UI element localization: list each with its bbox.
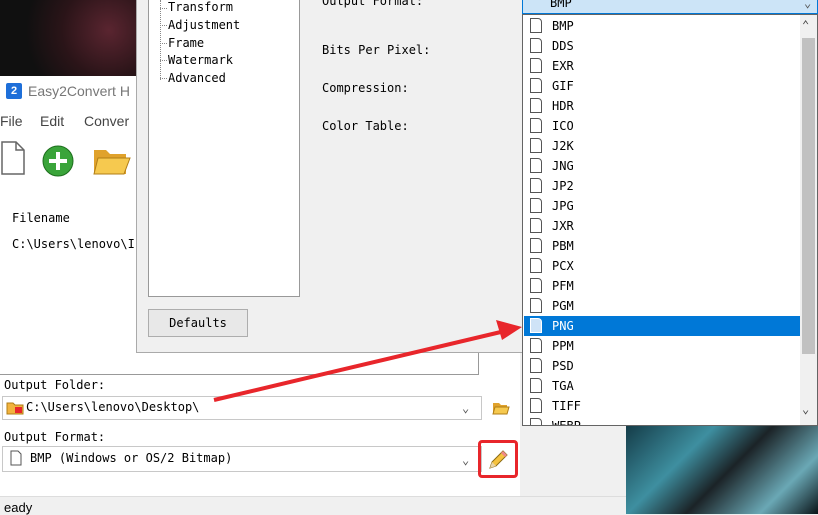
format-option-label: TIFF xyxy=(552,399,581,413)
scrollbar-thumb[interactable] xyxy=(802,38,815,354)
format-option[interactable]: TIFF xyxy=(524,396,800,416)
file-icon xyxy=(530,278,542,293)
format-option[interactable]: JXR xyxy=(524,216,800,236)
format-option[interactable]: WEBP xyxy=(524,416,800,425)
format-option[interactable]: JPG xyxy=(524,196,800,216)
format-option-label: J2K xyxy=(552,139,574,153)
format-option-label: GIF xyxy=(552,79,574,93)
file-icon xyxy=(530,358,542,373)
format-option[interactable]: PSD xyxy=(524,356,800,376)
format-option[interactable]: BMP xyxy=(524,16,800,36)
file-icon xyxy=(530,98,542,113)
file-icon xyxy=(530,18,542,33)
format-option-label: WEBP xyxy=(552,419,581,425)
format-option-label: JXR xyxy=(552,219,574,233)
format-option-label: JNG xyxy=(552,159,574,173)
format-option[interactable]: TGA xyxy=(524,376,800,396)
file-icon xyxy=(530,338,542,353)
format-option[interactable]: JP2 xyxy=(524,176,800,196)
format-option-label: HDR xyxy=(552,99,574,113)
format-option-label: PGM xyxy=(552,299,574,313)
format-option-label: PCX xyxy=(552,259,574,273)
file-icon xyxy=(530,78,542,93)
file-icon xyxy=(530,218,542,233)
file-icon xyxy=(530,378,542,393)
format-option[interactable]: JNG xyxy=(524,156,800,176)
highlight-annotation xyxy=(478,440,518,478)
chevron-down-icon[interactable]: ⌄ xyxy=(462,453,469,467)
format-option-label: PPM xyxy=(552,339,574,353)
format-option[interactable]: PGM xyxy=(524,296,800,316)
file-icon xyxy=(530,38,542,53)
file-icon xyxy=(530,238,542,253)
file-icon xyxy=(10,450,22,466)
format-option-label: BMP xyxy=(552,19,574,33)
format-option[interactable]: ICO xyxy=(524,116,800,136)
file-icon xyxy=(530,138,542,153)
file-icon xyxy=(530,418,542,425)
background-photo-right xyxy=(626,412,818,514)
status-text: eady xyxy=(4,500,33,515)
file-icon xyxy=(530,298,542,313)
format-option[interactable]: DDS xyxy=(524,36,800,56)
format-option-label: EXR xyxy=(552,59,574,73)
format-option[interactable]: J2K xyxy=(524,136,800,156)
format-option-label: TGA xyxy=(552,379,574,393)
file-icon xyxy=(530,318,542,333)
format-option-label: PBM xyxy=(552,239,574,253)
status-bar xyxy=(0,496,626,515)
scroll-down-icon[interactable]: ⌄ xyxy=(802,402,809,416)
file-icon xyxy=(530,118,542,133)
file-icon xyxy=(530,198,542,213)
format-option-label: ICO xyxy=(552,119,574,133)
format-option-label: PNG xyxy=(552,319,574,333)
format-option-label: JP2 xyxy=(552,179,574,193)
format-option[interactable]: EXR xyxy=(524,56,800,76)
scroll-up-icon[interactable]: ⌃ xyxy=(802,18,809,32)
file-icon xyxy=(530,58,542,73)
file-icon xyxy=(530,398,542,413)
format-option[interactable]: PCX xyxy=(524,256,800,276)
format-option-label: PFM xyxy=(552,279,574,293)
file-icon xyxy=(530,178,542,193)
format-option[interactable]: GIF xyxy=(524,76,800,96)
format-option[interactable]: HDR xyxy=(524,96,800,116)
format-option-label: PSD xyxy=(552,359,574,373)
format-option[interactable]: PPM xyxy=(524,336,800,356)
format-option[interactable]: PFM xyxy=(524,276,800,296)
format-option-label: JPG xyxy=(552,199,574,213)
format-option-label: DDS xyxy=(552,39,574,53)
format-option[interactable]: PNG xyxy=(524,316,800,336)
file-icon xyxy=(530,258,542,273)
file-icon xyxy=(530,158,542,173)
output-format-label: Output Format: xyxy=(4,430,106,444)
format-option[interactable]: PBM xyxy=(524,236,800,256)
output-format-value: BMP (Windows or OS/2 Bitmap) xyxy=(30,451,233,465)
